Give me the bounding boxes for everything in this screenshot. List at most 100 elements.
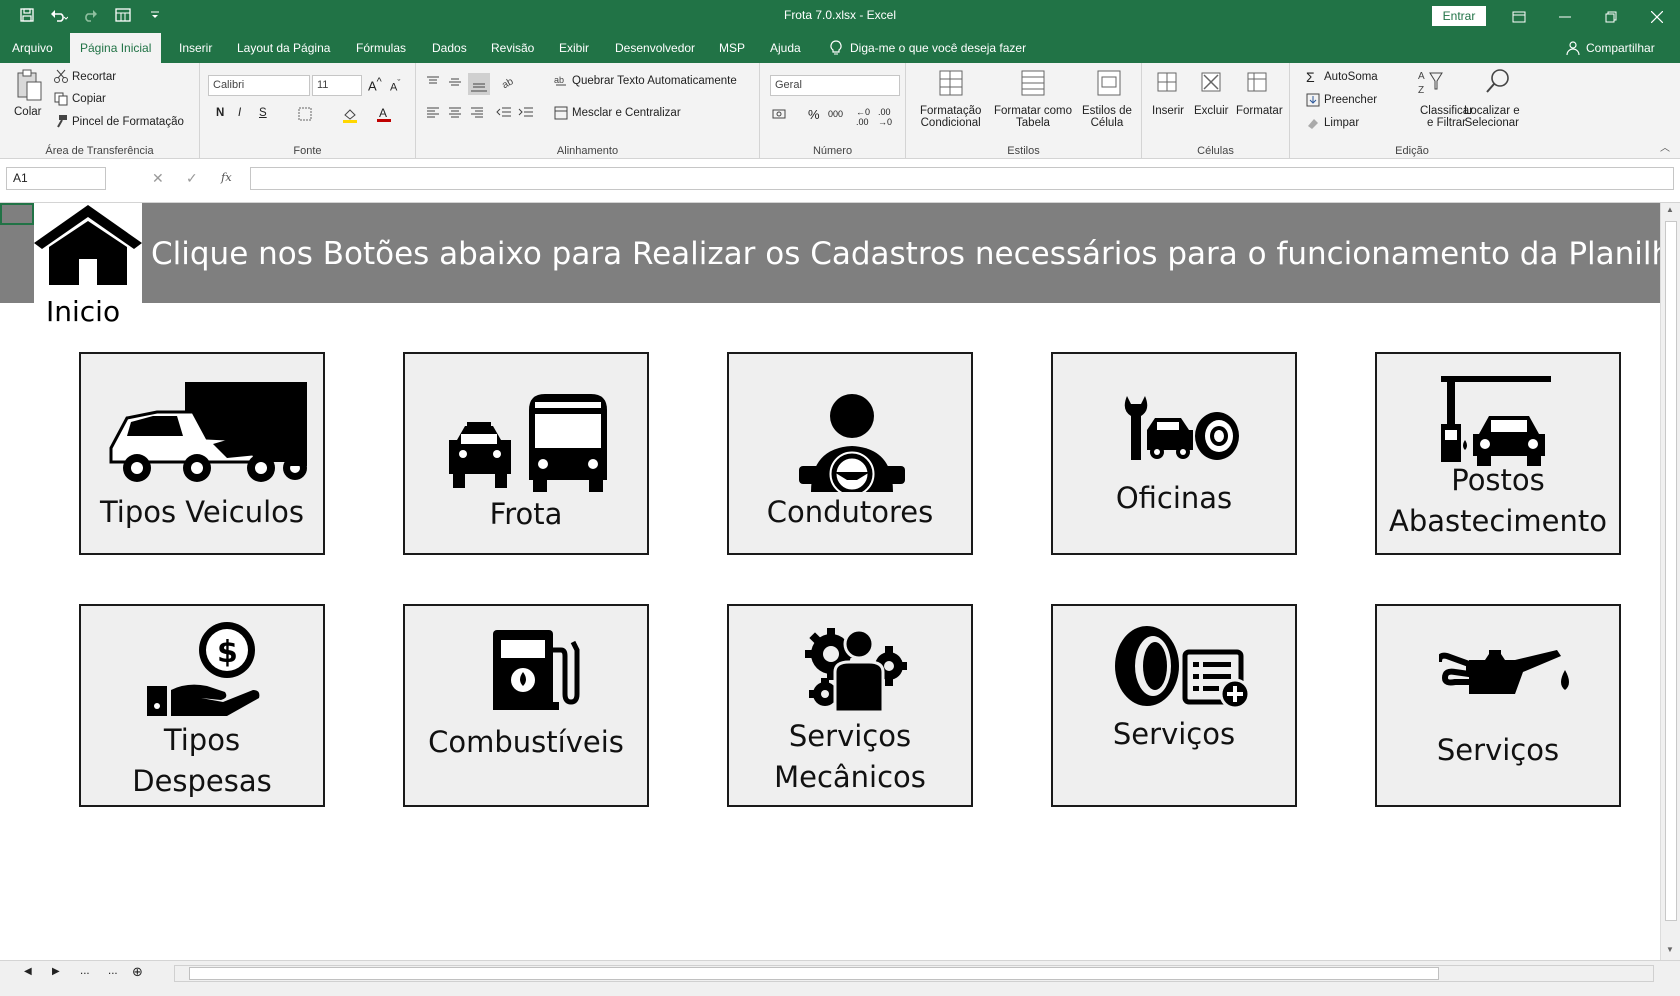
align-top-icon[interactable] [426, 75, 442, 91]
collapse-ribbon-icon[interactable]: ︿ [1660, 139, 1670, 154]
card-condutores[interactable]: Condutores [727, 352, 973, 555]
sort-line2: e Filtrar [1427, 117, 1467, 129]
vertical-scroll-thumb[interactable] [1665, 221, 1677, 921]
card-tipos-despesas[interactable]: $ Tipos Despesas [79, 604, 325, 807]
conditional-format-button[interactable]: Formatação Condicional [920, 105, 981, 129]
underline-button[interactable]: S [259, 107, 267, 119]
tab-desenvolvedor[interactable]: Desenvolvedor [605, 33, 705, 63]
tab-formulas[interactable]: Fórmulas [346, 33, 416, 63]
tab-layout[interactable]: Layout da Página [227, 33, 340, 63]
card-oficinas[interactable]: Oficinas [1051, 352, 1297, 555]
number-format-select[interactable]: Geral [770, 75, 900, 96]
delete-cells-button[interactable]: Excluir [1194, 105, 1229, 117]
card-label-line1: Postos [1451, 463, 1545, 497]
ribbon-display-icon[interactable] [1496, 0, 1542, 33]
scroll-down-icon[interactable]: ▼ [1666, 945, 1674, 954]
minimize-icon[interactable] [1542, 0, 1588, 33]
restore-icon[interactable] [1588, 0, 1634, 33]
close-icon[interactable] [1634, 0, 1680, 33]
merge-center-button[interactable]: Mesclar e Centralizar [572, 107, 681, 119]
format-as-table-button[interactable]: Formatar como Tabela [994, 105, 1072, 129]
wrap-text-button[interactable]: Quebrar Texto Automaticamente [572, 75, 737, 87]
share-label: Compartilhar [1586, 41, 1655, 55]
sheet-ellipsis-left[interactable]: ... [80, 965, 90, 977]
cell-styles-icon [1096, 69, 1124, 99]
fill-color-icon[interactable] [342, 107, 358, 123]
paste-button[interactable]: Colar [14, 106, 41, 118]
delete-cells-icon [1198, 69, 1224, 97]
format-cells-button[interactable]: Formatar [1236, 105, 1283, 117]
cell-styles-line2: Célula [1090, 117, 1124, 129]
card-servicos-pneus[interactable]: Serviços [1051, 604, 1297, 807]
cut-button[interactable]: Recortar [72, 71, 116, 83]
card-frota[interactable]: Frota [403, 352, 649, 555]
tab-ajuda[interactable]: Ajuda [760, 33, 811, 63]
align-bottom-icon[interactable] [468, 73, 490, 95]
card-postos[interactable]: Postos Abastecimento [1375, 352, 1621, 555]
font-color-icon[interactable]: A [376, 106, 392, 122]
find-select-button[interactable]: Localizar e Selecionar [1464, 105, 1520, 129]
font-name-select[interactable]: Calibri [208, 75, 310, 96]
card-label-line1: Frota [489, 497, 563, 531]
horizontal-scrollbar[interactable] [174, 965, 1654, 982]
bold-button[interactable]: N [216, 107, 224, 119]
borders-icon[interactable] [298, 107, 314, 123]
name-box[interactable]: A1 [6, 167, 106, 190]
shrink-font-button[interactable]: Aˇ [390, 78, 400, 94]
insert-function-icon[interactable]: fx [221, 170, 232, 184]
sign-in-button[interactable]: Entrar [1432, 6, 1486, 26]
tab-revisao[interactable]: Revisão [481, 33, 544, 63]
tab-dados[interactable]: Dados [422, 33, 477, 63]
percent-button[interactable]: % [808, 107, 820, 122]
align-right-icon[interactable] [470, 105, 486, 121]
next-sheet-icon[interactable]: ▶ [52, 966, 60, 977]
tab-inserir[interactable]: Inserir [169, 33, 222, 63]
share-button[interactable]: Compartilhar [1566, 33, 1655, 63]
card-label-line1: Condutores [766, 495, 934, 529]
card-label-line2: Despesas [132, 764, 272, 798]
align-center-icon[interactable] [448, 105, 464, 121]
copy-button[interactable]: Copiar [72, 93, 106, 105]
formula-input[interactable] [250, 167, 1674, 190]
format-painter-button[interactable]: Pincel de Formatação [72, 116, 184, 128]
orientation-icon[interactable]: ab [500, 75, 518, 91]
align-middle-icon[interactable] [448, 75, 464, 91]
cell-styles-button[interactable]: Estilos de Célula [1082, 105, 1132, 129]
insert-cells-button[interactable]: Inserir [1152, 105, 1184, 117]
add-sheet-icon[interactable]: ⊕ [132, 964, 143, 980]
cancel-icon[interactable]: ✕ [152, 170, 164, 187]
sheet-ellipsis-right[interactable]: ... [108, 965, 118, 977]
tab-pagina-inicial[interactable]: Página Inicial [70, 33, 162, 64]
tab-exibir[interactable]: Exibir [549, 33, 599, 63]
card-servicos-mecanicos[interactable]: Serviços Mecânicos [727, 604, 973, 807]
autosum-button[interactable]: AutoSoma [1324, 71, 1378, 83]
prev-sheet-icon[interactable]: ◀ [24, 966, 32, 977]
worksheet[interactable]: Clique nos Botões abaixo para Realizar o… [0, 203, 1680, 960]
horizontal-scroll-thumb[interactable] [189, 967, 1439, 980]
italic-button[interactable]: I [238, 107, 241, 119]
font-group-label: Fonte [293, 145, 322, 157]
grow-font-button[interactable]: A^ [368, 76, 382, 93]
decrease-decimal-button[interactable]: .00 →0 [878, 107, 892, 127]
increase-decimal-button[interactable]: ←0.00 [856, 107, 870, 127]
tab-arquivo[interactable]: Arquivo [2, 33, 63, 63]
fill-button[interactable]: Preencher [1324, 94, 1377, 106]
tell-me-box[interactable]: Diga-me o que você deseja fazer [830, 33, 1026, 63]
clear-button[interactable]: Limpar [1324, 117, 1359, 129]
card-label-line1: Combustíveis [428, 725, 624, 759]
card-servicos-oleo[interactable]: Serviços [1375, 604, 1621, 807]
tab-msp[interactable]: MSP [709, 33, 755, 63]
font-size-select[interactable]: 11 [312, 75, 362, 96]
paste-icon[interactable] [14, 69, 44, 103]
card-tipos-veiculos[interactable]: Tipos Veiculos [79, 352, 325, 555]
card-combustiveis[interactable]: Combustíveis [403, 604, 649, 807]
vertical-scrollbar[interactable]: ▲ ▼ [1660, 203, 1680, 960]
enter-icon[interactable]: ✓ [186, 170, 198, 187]
increase-indent-icon[interactable] [518, 105, 534, 121]
scroll-up-icon[interactable]: ▲ [1666, 205, 1674, 214]
align-left-icon[interactable] [426, 105, 442, 121]
currency-icon[interactable] [772, 107, 788, 123]
svg-text:Z: Z [1418, 85, 1424, 96]
comma-style-button[interactable]: 000 [828, 109, 843, 119]
decrease-indent-icon[interactable] [496, 105, 512, 121]
